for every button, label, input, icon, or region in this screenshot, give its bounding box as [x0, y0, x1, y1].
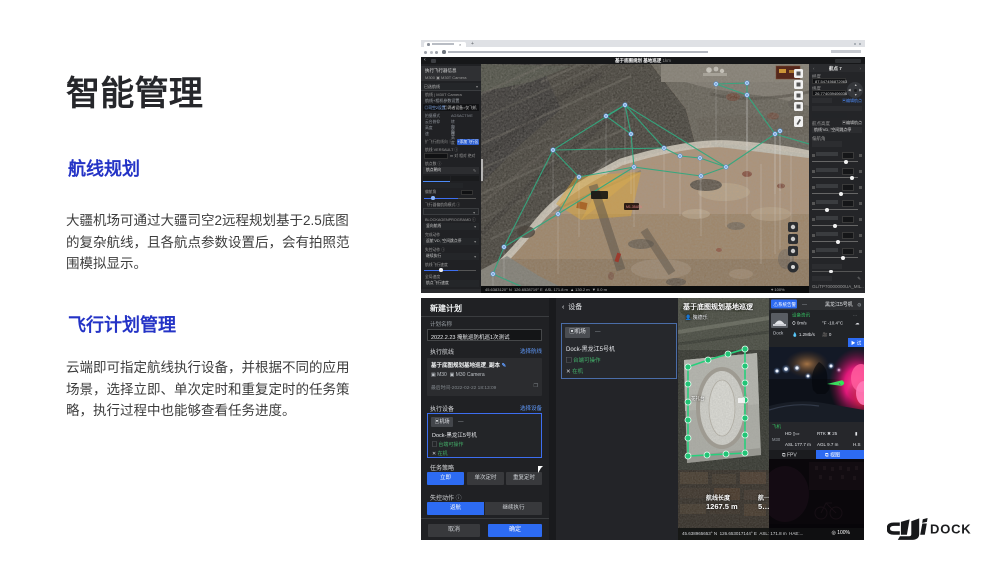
svg-text:°F -10.4°C: °F -10.4°C: [822, 321, 844, 326]
svg-text:设备资讯: 设备资讯: [792, 312, 810, 319]
svg-text:M30: M30: [772, 437, 781, 442]
svg-text:ASL 177.7 m: ASL 177.7 m: [785, 442, 811, 447]
svg-text:飞机: 飞机: [772, 423, 781, 430]
svg-text:45.6383120° N 126.6528719° E: 45.6383120° N 126.6528719° E ASL 171.8 m…: [485, 287, 608, 292]
svg-text:黑龙江5号机: 黑龙江5号机: [825, 301, 853, 308]
svg-text:⛭ 0m/s: ⛭ 0m/s: [792, 321, 807, 326]
svg-text:⌖ 100%: ⌖ 100%: [771, 287, 785, 292]
svg-text:⋯: ⋯: [853, 313, 857, 318]
svg-text:Dock: Dock: [773, 331, 784, 336]
svg-text:☁: ☁: [855, 321, 860, 326]
svg-text:🎥 0: 🎥 0: [822, 331, 832, 337]
svg-text:⚠系统告警: ⚠系统告警: [774, 301, 797, 308]
svg-text:HD ▯▭: HD ▯▭: [785, 431, 800, 436]
svg-text:⚙: ⚙: [857, 303, 862, 309]
svg-text:💧 1.2Mb/s: 💧 1.2Mb/s: [792, 331, 816, 337]
svg-text:⧉ FPV: ⧉ FPV: [782, 453, 797, 459]
svg-text:⧉ 视图: ⧉ 视图: [825, 452, 840, 459]
svg-text:DOCK: DOCK: [930, 522, 971, 537]
svg-text:H.S: H.S: [853, 442, 861, 447]
svg-text:RTK ✖ 25: RTK ✖ 25: [817, 431, 838, 436]
svg-text:M1.35ATA: M1.35ATA: [626, 205, 643, 209]
svg-text:—: —: [802, 302, 807, 308]
svg-text:AGL 9.7 m: AGL 9.7 m: [817, 442, 839, 447]
svg-text:▶ 试: ▶ 试: [851, 340, 862, 347]
